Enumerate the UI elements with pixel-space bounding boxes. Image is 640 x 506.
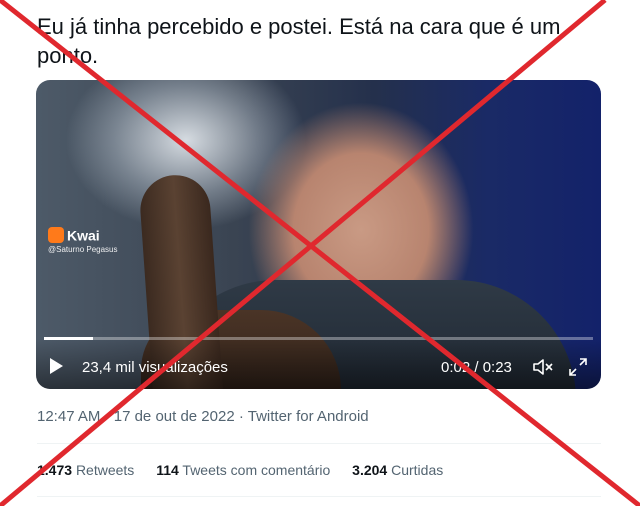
retweets-count: 1.473: [37, 462, 73, 478]
tweet-source: Twitter for Android: [247, 408, 369, 425]
quotes-label: Tweets com comentário: [182, 462, 331, 478]
video-player[interactable]: Kwai @Saturno Pegasus 23,4 mil visualiza…: [36, 80, 601, 389]
kwai-logo-icon: [48, 227, 64, 244]
video-time: 0:02 / 0:23: [441, 359, 512, 376]
likes-count: 3.204: [352, 462, 388, 478]
play-icon[interactable]: [50, 358, 63, 374]
divider: [37, 496, 601, 497]
video-progress-fill: [44, 337, 94, 340]
divider: [37, 443, 601, 444]
fullscreen-icon[interactable]: [568, 357, 588, 377]
meta-separator: ·: [234, 408, 248, 425]
quotes-stat[interactable]: 114 Tweets com comentário: [156, 462, 330, 478]
kwai-watermark: Kwai @Saturno Pegasus: [48, 226, 118, 255]
quotes-count: 114: [156, 462, 179, 478]
tweet-text: Eu já tinha percebido e postei. Está na …: [37, 14, 561, 68]
video-progress-bar[interactable]: [44, 337, 593, 340]
retweets-stat[interactable]: 1.473 Retweets: [37, 462, 134, 478]
view-count: 23,4 mil visualizações: [82, 359, 228, 376]
tweet-date[interactable]: 17 de out de 2022: [114, 408, 235, 425]
tweet-meta: 12:47 AM · 17 de out de 2022 · Twitter f…: [37, 408, 369, 425]
muted-speaker-icon[interactable]: [532, 357, 554, 377]
retweets-label: Retweets: [75, 462, 135, 478]
kwai-user: @Saturno Pegasus: [48, 245, 118, 255]
likes-label: Curtidas: [391, 462, 444, 478]
meta-separator: ·: [100, 408, 114, 425]
likes-stat[interactable]: 3.204 Curtidas: [352, 462, 443, 478]
kwai-brand: Kwai: [67, 227, 100, 244]
tweet-stats: 1.473 Retweets 114 Tweets com comentário…: [37, 462, 461, 478]
tweet-time[interactable]: 12:47 AM: [37, 408, 100, 425]
